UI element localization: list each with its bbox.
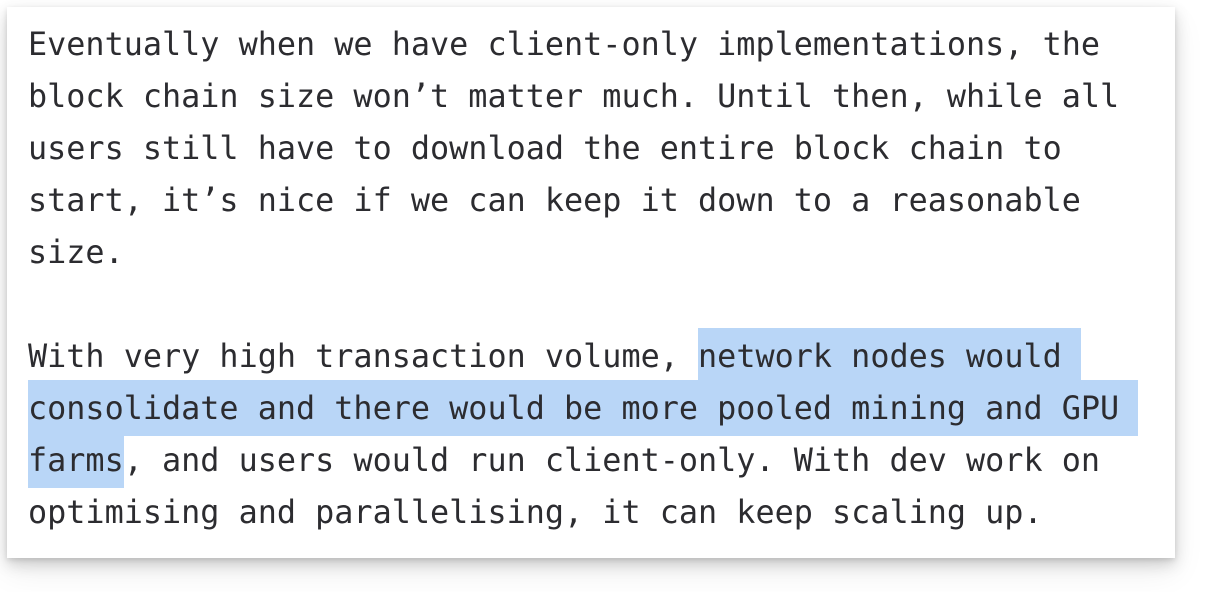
paragraph-2-text-before-selection: With very high transaction volume, bbox=[28, 338, 699, 375]
paragraph-block-2[interactable]: With very high transaction volume, netwo… bbox=[28, 328, 1165, 539]
paragraph-block-1[interactable]: Eventually when we have client-only impl… bbox=[28, 19, 1165, 279]
paragraph-2-text-after-selection: , and users would run client-only. With … bbox=[28, 442, 1120, 531]
screenshot-stage: Eventually when we have client-only impl… bbox=[0, 0, 1212, 592]
document-card: Eventually when we have client-only impl… bbox=[7, 7, 1175, 558]
document-text-body[interactable]: Eventually when we have client-only impl… bbox=[28, 19, 1165, 558]
